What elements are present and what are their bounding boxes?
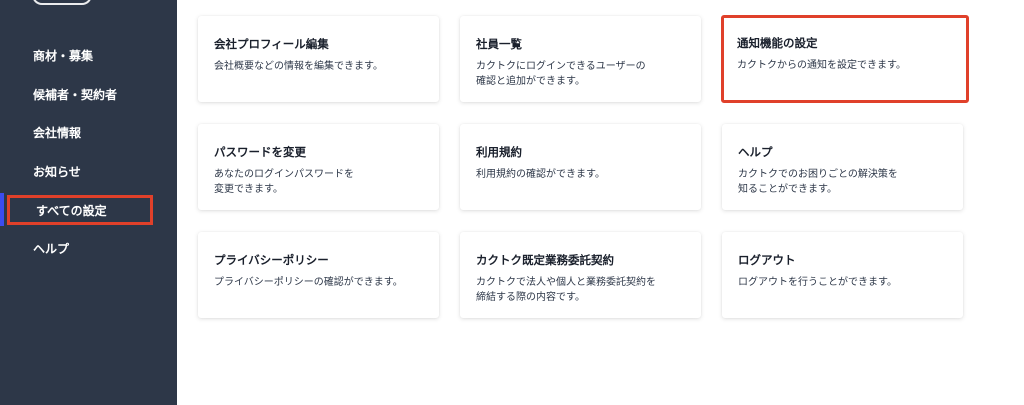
card-title: プライバシーポリシー bbox=[214, 253, 329, 267]
settings-card-employee-list[interactable]: 社員一覧 カクトクにログインできるユーザーの 確認と追加ができます。 bbox=[460, 16, 701, 102]
card-title: 社員一覧 bbox=[476, 37, 522, 51]
card-description: 利用規約の確認ができます。 bbox=[476, 169, 605, 180]
card-title: ヘルプ bbox=[738, 145, 773, 159]
card-description: カクトクで法人や個人と業務委託契約を 締結する際の内容です。 bbox=[476, 277, 656, 303]
sidebar-item-help[interactable]: ヘルプ bbox=[33, 240, 69, 257]
card-title: 会社プロフィール編集 bbox=[214, 37, 329, 51]
card-description: カクトクにログインできるユーザーの 確認と追加ができます。 bbox=[476, 61, 646, 87]
settings-card-outsourcing-contract[interactable]: カクトク既定業務委託契約 カクトクで法人や個人と業務委託契約を 締結する際の内容… bbox=[460, 232, 701, 318]
settings-card-company-profile[interactable]: 会社プロフィール編集 会社概要などの情報を編集できます。 bbox=[198, 16, 439, 102]
settings-card-change-password[interactable]: パスワードを変更 あなたのログインパスワードを 変更できます。 bbox=[198, 124, 439, 210]
sidebar-item-company-info[interactable]: 会社情報 bbox=[33, 124, 81, 141]
settings-card-terms-of-use[interactable]: 利用規約 利用規約の確認ができます。 bbox=[460, 124, 701, 210]
card-title: 通知機能の設定 bbox=[737, 36, 818, 50]
sidebar-item-all-settings[interactable]: すべての設定 bbox=[36, 202, 107, 219]
settings-card-privacy-policy[interactable]: プライバシーポリシー プライバシーポリシーの確認ができます。 bbox=[198, 232, 439, 318]
sidebar-item-candidates-contractors[interactable]: 候補者・契約者 bbox=[33, 86, 117, 103]
card-description: カクトクからの通知を設定できます。 bbox=[737, 60, 906, 71]
sidebar: 商材・募集 候補者・契約者 会社情報 お知らせ すべての設定 ヘルプ bbox=[0, 0, 177, 405]
active-indicator bbox=[0, 193, 4, 226]
card-title: ログアウト bbox=[738, 253, 796, 267]
card-title: カクトク既定業務委託契約 bbox=[476, 253, 614, 267]
card-title: 利用規約 bbox=[476, 145, 522, 159]
card-description: プライバシーポリシーの確認ができます。 bbox=[214, 277, 403, 288]
card-description: 会社概要などの情報を編集できます。 bbox=[214, 61, 383, 72]
card-description: ログアウトを行うことができます。 bbox=[738, 277, 897, 288]
settings-main: 会社プロフィール編集 会社概要などの情報を編集できます。 社員一覧 カクトクにロ… bbox=[177, 0, 1024, 405]
app-root: 商材・募集 候補者・契約者 会社情報 お知らせ すべての設定 ヘルプ 会社プロフ… bbox=[0, 0, 1024, 405]
card-title: パスワードを変更 bbox=[214, 145, 306, 159]
settings-card-help[interactable]: ヘルプ カクトクでのお困りごとの解決策を 知ることができます。 bbox=[722, 124, 963, 210]
sidebar-item-products-recruitment[interactable]: 商材・募集 bbox=[33, 47, 93, 64]
sidebar-item-notices[interactable]: お知らせ bbox=[33, 163, 81, 180]
logo bbox=[32, 0, 92, 5]
settings-card-logout[interactable]: ログアウト ログアウトを行うことができます。 bbox=[722, 232, 963, 318]
settings-card-notification-settings[interactable]: 通知機能の設定 カクトクからの通知を設定できます。 bbox=[721, 15, 969, 103]
card-description: カクトクでのお困りごとの解決策を 知ることができます。 bbox=[738, 169, 898, 195]
card-description: あなたのログインパスワードを 変更できます。 bbox=[214, 169, 354, 195]
